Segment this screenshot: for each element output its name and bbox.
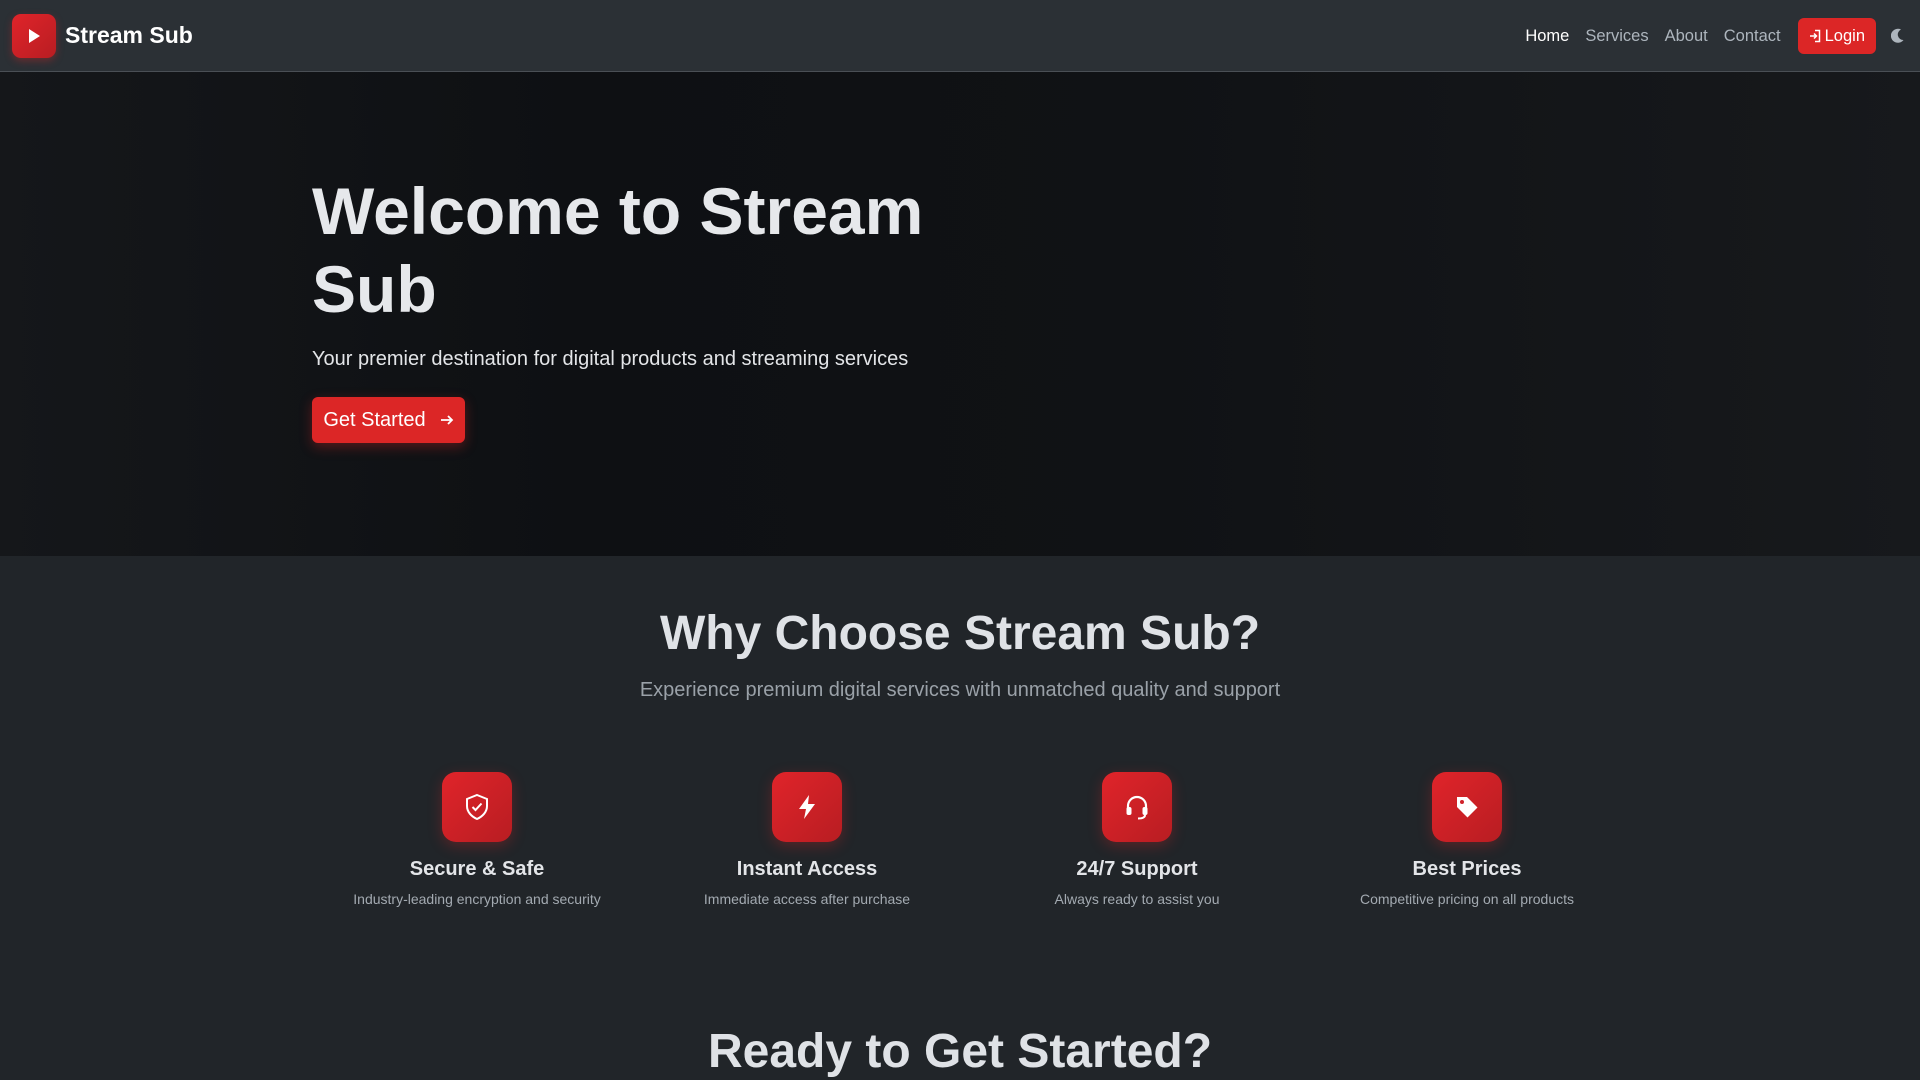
features-section: Why Choose Stream Sub? Experience premiu… (0, 556, 1920, 907)
hero-title: Welcome to Stream Sub (312, 174, 924, 326)
feature-title: Best Prices (1412, 858, 1522, 880)
theme-toggle-button[interactable] (1876, 18, 1920, 54)
feature-card: Secure & Safe Industry-leading encryptio… (312, 772, 642, 907)
feature-description: Always ready to assist you (1054, 891, 1220, 907)
features-title: Why Choose Stream Sub? (659, 607, 1261, 660)
nav-links: Home Services About Contact Login (1509, 0, 1920, 72)
lightning-icon (799, 795, 815, 819)
nav-link-services[interactable]: Services (1585, 27, 1648, 46)
brand[interactable]: Stream Sub (12, 13, 193, 58)
cta-section-title: Ready to Get Started? (707, 1025, 1213, 1078)
feature-description: Immediate access after purchase (703, 891, 911, 907)
get-started-button[interactable]: Get Started (312, 397, 465, 443)
nav-link-home[interactable]: Home (1525, 27, 1569, 46)
brand-name[interactable]: Stream Sub (65, 22, 193, 49)
get-started-label: Get Started (323, 408, 426, 431)
tag-icon (1457, 797, 1478, 818)
feature-card: Best Prices Competitive pricing on all p… (1302, 772, 1632, 907)
feature-title: Secure & Safe (409, 858, 545, 880)
login-icon (1809, 29, 1820, 43)
arrow-right-icon (440, 415, 453, 425)
feature-card: 24/7 Support Always ready to assist you (972, 772, 1302, 907)
hero-section: Welcome to Stream Sub Your premier desti… (0, 72, 1920, 556)
feature-title: 24/7 Support (1076, 858, 1198, 880)
headset-icon (1126, 795, 1148, 820)
feature-description: Industry-leading encryption and security (353, 891, 601, 907)
feature-icon-box (772, 772, 842, 842)
feature-grid: Secure & Safe Industry-leading encryptio… (312, 772, 1632, 907)
feature-description: Competitive pricing on all products (1360, 891, 1574, 907)
nav-link-contact[interactable]: Contact (1724, 27, 1781, 46)
shield-icon (466, 794, 488, 820)
play-icon (29, 28, 40, 43)
brand-logo[interactable] (12, 13, 56, 58)
hero-subtitle: Your premier destination for digital pro… (312, 348, 909, 370)
login-label: Login (1824, 26, 1865, 45)
navbar: Stream Sub Home Services About Contact L… (0, 0, 1920, 72)
features-subtitle: Experience premium digital services with… (639, 679, 1281, 701)
feature-icon-box (442, 772, 512, 842)
feature-card: Instant Access Immediate access after pu… (642, 772, 972, 907)
moon-icon (1891, 28, 1904, 43)
feature-icon-box (1102, 772, 1172, 842)
feature-title: Instant Access (736, 858, 878, 880)
feature-icon-box (1432, 772, 1502, 842)
hero-content: Welcome to Stream Sub Your premier desti… (312, 172, 972, 443)
login-button[interactable]: Login (1797, 18, 1876, 54)
nav-link-about[interactable]: About (1665, 27, 1708, 46)
